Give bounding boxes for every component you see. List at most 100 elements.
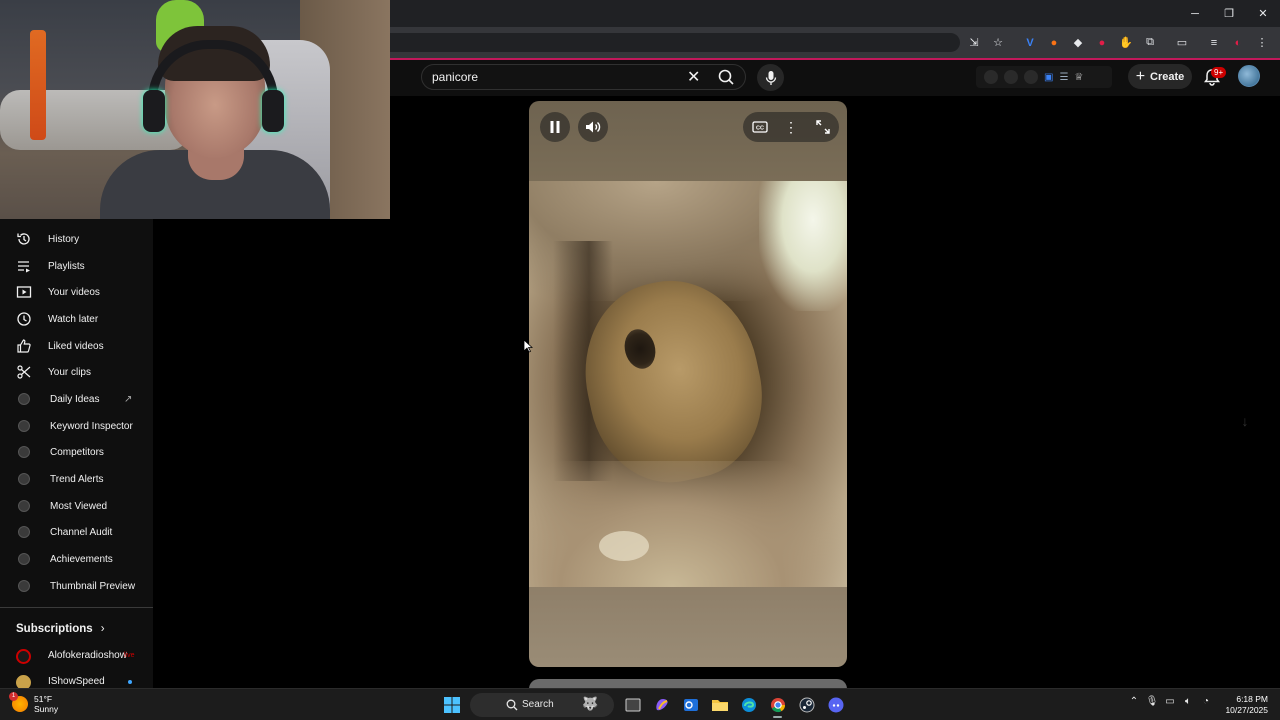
clear-search-icon[interactable]: ✕: [687, 67, 700, 87]
bookmark-star-icon[interactable]: ☆: [986, 33, 1010, 52]
sidebar-item-your-videos[interactable]: Your videos: [0, 279, 153, 305]
extension-hand-icon[interactable]: ✋: [1114, 33, 1138, 52]
vidiq-extension-icon: [14, 469, 34, 489]
start-button[interactable]: [437, 692, 466, 718]
search-highlight-icon: 🐺: [582, 696, 599, 711]
mic-tray-icon[interactable]: 🎙︎: [1143, 696, 1161, 707]
sidebar-item-channel-audit[interactable]: Channel Audit: [0, 519, 153, 545]
file-explorer-icon[interactable]: [705, 692, 734, 718]
browser-menu-icon[interactable]: ⋮: [1250, 33, 1274, 52]
search-icon[interactable]: [715, 68, 737, 86]
task-view-icon[interactable]: [618, 692, 647, 718]
vidiq-extension-icon: [14, 522, 34, 542]
subscriptions-header[interactable]: Subscriptions ›: [16, 623, 105, 635]
channel-name: Alofokeradioshow: [48, 650, 127, 661]
sidebar-item-competitors[interactable]: Competitors: [0, 439, 153, 465]
history-icon: [14, 229, 34, 249]
account-avatar[interactable]: [1238, 65, 1260, 87]
webcam-overlay: [0, 0, 390, 219]
extension-diamond-icon[interactable]: ◆: [1066, 33, 1090, 52]
ext-stat-dot-3[interactable]: [1024, 70, 1038, 84]
search-input[interactable]: panicore ✕: [421, 64, 746, 90]
outlook-icon[interactable]: [676, 692, 705, 718]
vidiq-extension-icon: [14, 389, 34, 409]
channel-avatar: [16, 649, 31, 664]
chevron-right-icon: ›: [100, 623, 105, 635]
extension-vidiq-icon[interactable]: V: [1018, 33, 1042, 52]
ext-list-icon[interactable]: ☰: [1059, 72, 1068, 83]
chrome-icon[interactable]: [763, 692, 792, 718]
thumbs-up-icon: [14, 336, 34, 356]
close-window-button[interactable]: ✕: [1246, 0, 1280, 27]
windows-taskbar: 1 51°F Sunny Search 🐺 ⌃ 🎙︎ ▭ 🔈︎ ◔ 6:18 P…: [0, 688, 1280, 720]
extensions-puzzle-icon[interactable]: ⧉: [1138, 33, 1162, 52]
create-button[interactable]: + Create: [1128, 64, 1192, 89]
taskbar-apps: Search 🐺: [437, 692, 850, 718]
taskbar-search[interactable]: Search 🐺: [470, 693, 614, 717]
sidebar-item-daily-ideas[interactable]: Daily Ideas ↗: [0, 386, 153, 412]
sidebar-item-liked-videos[interactable]: Liked videos: [0, 333, 153, 359]
edge-icon[interactable]: [734, 692, 763, 718]
volume-tray-icon[interactable]: 🔈︎: [1179, 696, 1197, 707]
battery-icon[interactable]: ◔: [1197, 696, 1215, 707]
media-controls-icon[interactable]: ≡: [1202, 33, 1226, 52]
maximize-button[interactable]: ❐: [1212, 0, 1246, 27]
network-icon[interactable]: ▭: [1161, 696, 1179, 707]
copilot-icon[interactable]: [647, 692, 676, 718]
sidebar-item-watch-later[interactable]: Watch later: [0, 306, 153, 332]
sidebar-item-label: Keyword Inspector: [50, 420, 133, 432]
sidebar-item-trend-alerts[interactable]: Trend Alerts: [0, 466, 153, 492]
video-frame[interactable]: [529, 181, 847, 587]
volume-icon: [586, 121, 601, 133]
ext-chart-icon[interactable]: ▣: [1044, 72, 1053, 83]
plus-icon: +: [1135, 67, 1146, 85]
extension-orange-icon[interactable]: ●: [1042, 33, 1066, 52]
ext-trophy-icon[interactable]: ♕: [1074, 72, 1083, 83]
browser-toolbar-icons: ⇲ ☆ V ● ◆ ● ✋ ⧉ ▭ ≡ ◐ ⋮: [962, 33, 1274, 52]
minimize-button[interactable]: ─: [1178, 0, 1212, 27]
more-options-icon[interactable]: ⋮: [782, 119, 800, 135]
subscription-item[interactable]: Alofokeradioshow live: [0, 644, 153, 668]
search-icon: [506, 699, 518, 711]
sidebar-item-achievements[interactable]: Achievements: [0, 546, 153, 572]
tab-search-icon[interactable]: ▭: [1170, 33, 1194, 52]
sidebar-item-history[interactable]: History: [0, 226, 153, 252]
sidebar-item-label: History: [48, 233, 80, 245]
sidebar-item-most-viewed[interactable]: Most Viewed: [0, 493, 153, 519]
address-bar[interactable]: [390, 33, 960, 52]
volume-button[interactable]: [578, 112, 608, 142]
sidebar: History Playlists Your videos Watch late…: [0, 226, 153, 696]
taskbar-clock[interactable]: 6:18 PM 10/27/2025: [1225, 694, 1268, 716]
mouse-cursor-icon: [523, 339, 533, 353]
steam-icon[interactable]: [792, 692, 821, 718]
next-video-arrow-icon[interactable]: ↓: [1233, 409, 1257, 433]
windows-logo-icon: [443, 697, 460, 713]
profile-avatar-icon[interactable]: ◐: [1226, 33, 1250, 52]
sidebar-item-label: Your videos: [48, 286, 100, 298]
fullscreen-icon[interactable]: [814, 119, 832, 135]
sidebar-item-playlists[interactable]: Playlists: [0, 253, 153, 279]
discord-icon[interactable]: [821, 692, 850, 718]
sidebar-item-keyword-inspector[interactable]: Keyword Inspector: [0, 413, 153, 439]
tray-overflow-chevron-icon[interactable]: ⌃: [1125, 696, 1143, 707]
svg-text:CC: CC: [756, 126, 764, 132]
captions-icon[interactable]: CC: [751, 119, 769, 135]
scissors-icon: [14, 362, 34, 382]
create-label: Create: [1150, 70, 1185, 83]
sidebar-item-label: Liked videos: [48, 340, 104, 352]
install-app-icon[interactable]: ⇲: [962, 33, 986, 52]
shorts-player[interactable]: [529, 101, 847, 667]
sidebar-item-thumbnail-preview[interactable]: Thumbnail Preview: [0, 573, 153, 599]
extension-red-icon[interactable]: ●: [1090, 33, 1114, 52]
ext-stat-dot-2[interactable]: [1004, 70, 1018, 84]
weather-desc: Sunny: [34, 704, 59, 714]
sidebar-item-label: Playlists: [48, 260, 85, 272]
sidebar-item-your-clips[interactable]: Your clips: [0, 359, 153, 385]
your-videos-icon: [14, 282, 34, 302]
watch-later-icon: [14, 309, 34, 329]
pause-button[interactable]: [540, 112, 570, 142]
weather-widget[interactable]: 1 51°F Sunny: [9, 692, 59, 714]
sidebar-item-label: Competitors: [50, 446, 104, 458]
voice-search-button[interactable]: [757, 64, 784, 91]
ext-stat-dot-1[interactable]: [984, 70, 998, 84]
